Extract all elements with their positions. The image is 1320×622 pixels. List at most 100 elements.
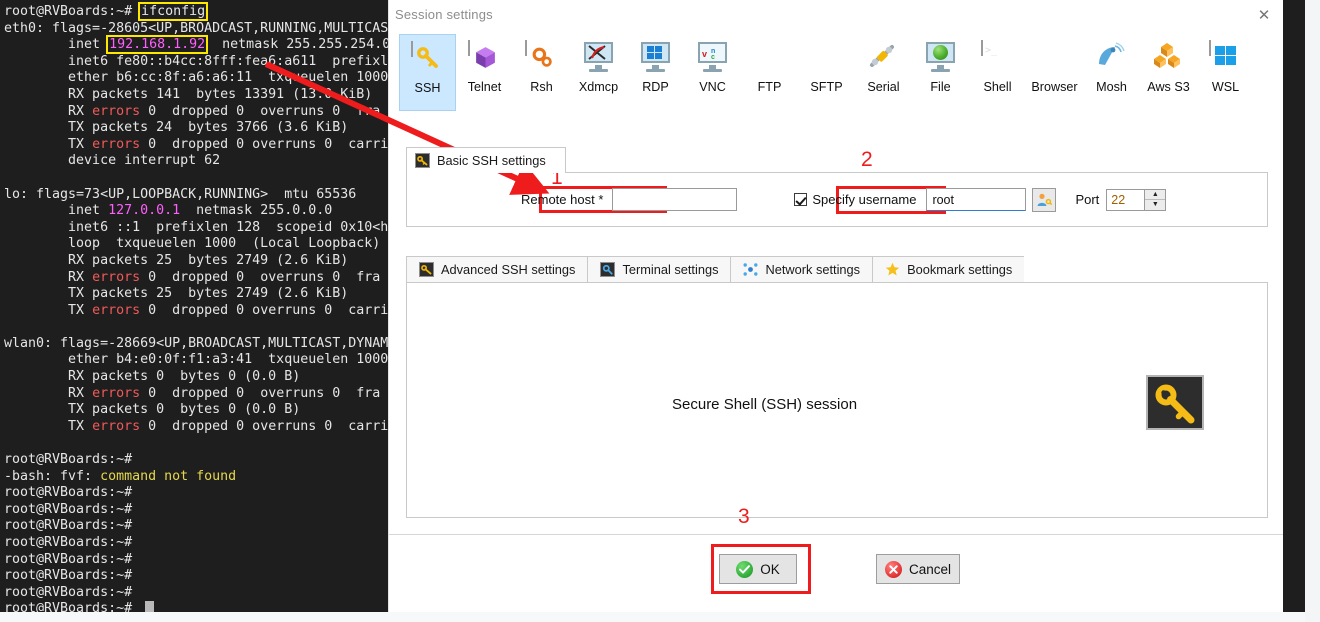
- terminal-text: TX: [4, 418, 93, 434]
- terminal-text: TX packets 0 bytes 0 (0.0 B): [4, 402, 301, 418]
- terminal-text: -bash: fvf:: [4, 468, 101, 484]
- terminal-text: TX: [4, 302, 93, 318]
- terminal-text: command not found: [100, 468, 237, 484]
- terminal-line: root@RVBoards:~# ifconfig: [4, 2, 388, 21]
- username-input[interactable]: [926, 188, 1027, 211]
- session-settings-dialog: Session settings ✕ SSH Telnet Rsh Xdmcp …: [388, 0, 1283, 612]
- user-key-icon[interactable]: [1032, 187, 1057, 212]
- terminal-cursor: [145, 601, 154, 612]
- terminal-text: RX: [4, 269, 93, 285]
- terminal-line: TX errors 0 dropped 0 overruns 0 carri: [4, 137, 388, 154]
- terminal-line: root@RVBoards:~#: [4, 535, 388, 552]
- terminal-right-edge: [1283, 0, 1305, 612]
- protocol-wsl[interactable]: WSL: [1197, 34, 1254, 111]
- terminal-text: root@RVBoards:~#: [4, 551, 133, 567]
- protocol-xdmcp[interactable]: Xdmcp: [570, 34, 627, 111]
- terminal-line: inet 192.168.1.92 netmask 255.255.254.0 …: [4, 35, 388, 55]
- terminal-line: RX packets 25 bytes 2749 (2.6 KiB): [4, 253, 388, 270]
- terminal-text: eth0: flags=-28605<UP,BROADCAST,RUNNING,…: [4, 20, 388, 36]
- terminal-text: errors: [92, 385, 141, 401]
- tab-basic-ssh-settings[interactable]: Basic SSH settings: [406, 147, 566, 173]
- port-input[interactable]: [1106, 188, 1145, 211]
- desktop-bottom-edge: [0, 612, 1320, 622]
- protocol-rdp[interactable]: RDP: [627, 34, 684, 111]
- terminal-line: TX packets 0 bytes 0 (0.0 B): [4, 402, 388, 419]
- protocol-label: WSL: [1211, 80, 1240, 94]
- terminal-text: TX packets 24 bytes 3766 (3.6 KiB): [4, 120, 349, 136]
- specify-username-checkbox[interactable]: [794, 193, 808, 206]
- remote-host-input[interactable]: [612, 188, 738, 211]
- tab-terminal-settings[interactable]: Terminal settings: [587, 256, 731, 283]
- blue-globe-icon: [1038, 41, 1071, 74]
- protocol-serial[interactable]: Serial: [855, 34, 912, 111]
- terminal-line: RX errors 0 dropped 0 overruns 0 fra: [4, 386, 388, 403]
- terminal-text: 0 dropped 0 overruns 0 carri: [140, 302, 388, 318]
- key-icon: [411, 41, 444, 75]
- cancel-button[interactable]: Cancel: [876, 554, 960, 584]
- terminal-line: TX packets 25 bytes 2749 (2.6 KiB): [4, 286, 388, 303]
- aws-cubes-icon: [1152, 41, 1185, 74]
- protocol-rsh[interactable]: Rsh: [513, 34, 570, 111]
- dialog-titlebar[interactable]: Session settings ✕: [389, 0, 1283, 30]
- tab-network-settings[interactable]: Network settings: [730, 256, 873, 283]
- protocol-label: FTP: [757, 80, 782, 94]
- terminal-line: root@RVBoards:~#: [4, 518, 388, 535]
- protocol-shell[interactable]: >_ Shell: [969, 34, 1026, 111]
- terminal-line: RX packets 141 bytes 13391 (13.0 KiB): [4, 87, 388, 104]
- protocol-ftp[interactable]: FTP: [741, 34, 798, 111]
- svg-text:v: v: [702, 49, 707, 59]
- terminal-line: root@RVBoards:~#: [4, 601, 388, 612]
- terminal-text: 0 dropped 0 overruns 0 fra: [140, 385, 381, 401]
- tab-bookmark-settings[interactable]: Bookmark settings: [872, 256, 1025, 283]
- protocol-file[interactable]: File: [912, 34, 969, 111]
- terminal-line: root@RVBoards:~#: [4, 585, 388, 602]
- cancel-button-label: Cancel: [908, 561, 952, 577]
- terminal-output: root@RVBoards:~# ifconfig eth0: flags=-28…: [0, 0, 388, 612]
- terminal-line: eth0: flags=-28605<UP,BROADCAST,RUNNING,…: [4, 21, 388, 38]
- terminal-text: device interrupt 62: [4, 153, 221, 169]
- cube-icon: [468, 40, 501, 74]
- protocol-ssh[interactable]: SSH: [399, 34, 456, 111]
- terminal-line: TX errors 0 dropped 0 overruns 0 carri: [4, 419, 388, 436]
- terminal-text: inet: [4, 203, 109, 219]
- terminal-line: device interrupt 62: [4, 153, 388, 170]
- terminal-text: TX packets 25 bytes 2749 (2.6 KiB): [4, 286, 349, 302]
- x-circle-icon: [884, 560, 902, 578]
- terminal-text: TX: [4, 136, 93, 152]
- protocol-mosh[interactable]: Mosh: [1083, 34, 1140, 111]
- terminal-text: root@RVBoards:~#: [4, 535, 133, 550]
- close-icon[interactable]: ✕: [1254, 6, 1274, 26]
- port-stepper-up[interactable]: ▲: [1145, 190, 1166, 200]
- terminal-text: inet6 ::1 prefixlen 128 scopeid 0x10<h: [4, 219, 388, 235]
- desktop-right-edge: [1305, 0, 1320, 622]
- terminal-text: RX packets 25 bytes 2749 (2.6 KiB): [4, 252, 349, 268]
- terminal-text: ether b4:e0:0f:f1:a3:41 txqueuelen 1000: [4, 352, 388, 368]
- plug-icon: [867, 41, 900, 74]
- protocol-browser[interactable]: Browser: [1026, 34, 1083, 111]
- protocol-sftp[interactable]: SFTP: [798, 34, 855, 111]
- protocol-label: Browser: [1031, 80, 1078, 94]
- port-stepper-down[interactable]: ▼: [1145, 200, 1165, 210]
- terminal-window[interactable]: root@RVBoards:~# ifconfig eth0: flags=-28…: [0, 0, 388, 612]
- remote-host-label: Remote host *: [521, 192, 604, 207]
- protocol-vnc[interactable]: v n c VNC: [684, 34, 741, 111]
- protocol-label: Xdmcp: [578, 80, 619, 94]
- protocol-aws-s3[interactable]: Aws S3: [1140, 34, 1197, 111]
- tab-advanced-ssh-settings[interactable]: Advanced SSH settings: [406, 256, 588, 283]
- protocol-label: Aws S3: [1147, 80, 1190, 94]
- terminal-text: root@RVBoards:~#: [4, 568, 133, 584]
- terminal-text: RX: [4, 385, 93, 401]
- port-stepper[interactable]: ▲ ▼: [1144, 188, 1167, 211]
- orange-globe-icon: [810, 41, 843, 74]
- annotation-number-2: 2: [861, 148, 873, 171]
- terminal-text: RX packets 141 bytes 13391 (13.0 KiB): [4, 86, 373, 102]
- terminal-line: TX errors 0 dropped 0 overruns 0 carri: [4, 303, 388, 320]
- terminal-line: RX errors 0 dropped 0 overruns 0 fra: [4, 270, 388, 287]
- port-label: Port: [1075, 192, 1100, 207]
- star-icon: [885, 262, 900, 277]
- protocol-label: Mosh: [1096, 80, 1127, 94]
- annotation-box-ok: [711, 544, 811, 594]
- protocol-telnet[interactable]: Telnet: [456, 34, 513, 111]
- terminal-text: RX: [4, 103, 93, 119]
